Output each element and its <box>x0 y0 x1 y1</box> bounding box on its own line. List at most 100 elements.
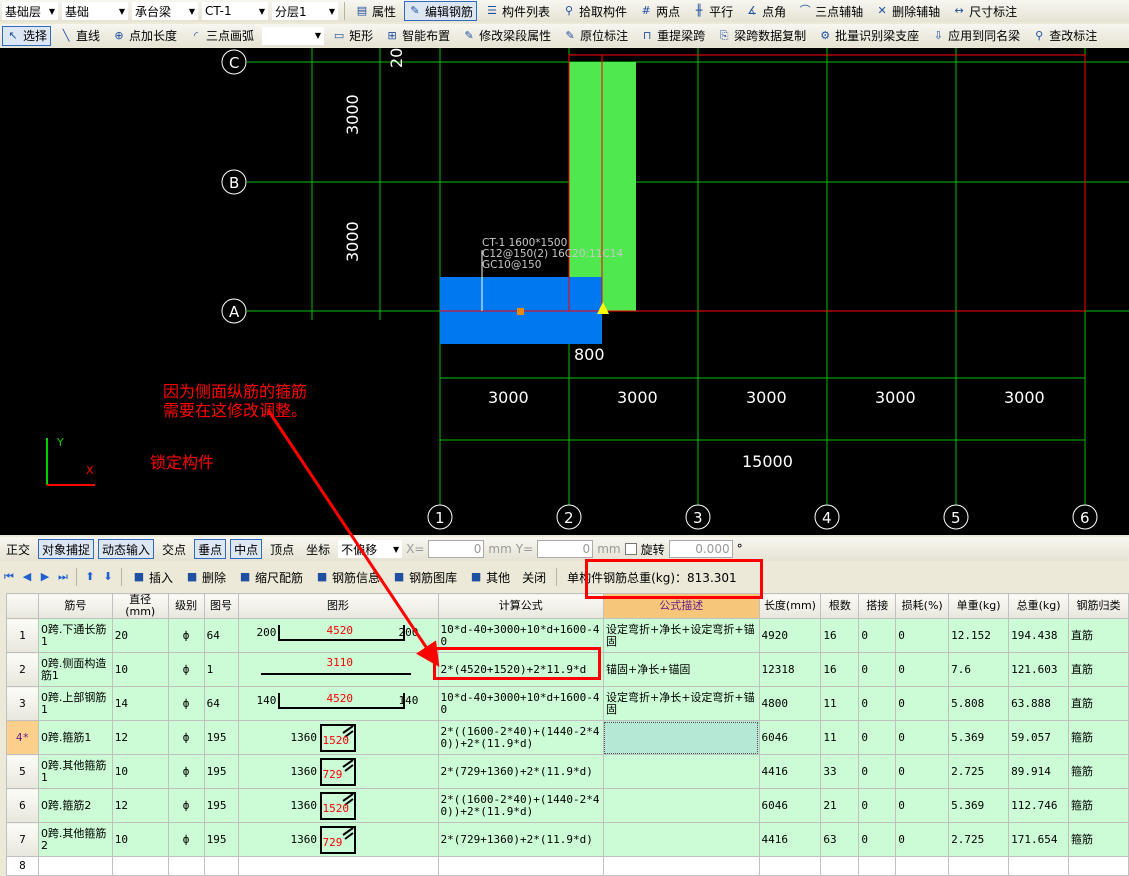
cell-category[interactable]: 箍筋 <box>1068 754 1129 789</box>
column-header[interactable]: 损耗(%) <box>895 593 950 619</box>
layer-select-2[interactable]: 承台梁 ▼ <box>132 2 198 20</box>
cell-description[interactable] <box>602 822 760 857</box>
toolbar-button-0[interactable]: ▤ 属性 <box>351 1 400 21</box>
row-number[interactable]: 4* <box>6 720 39 755</box>
toolbar-button-3[interactable]: ⚲ 拾取构件 <box>558 1 631 21</box>
cell-lap[interactable]: 0 <box>858 788 897 823</box>
cell-loss[interactable]: 0 <box>895 720 950 755</box>
cell-shape[interactable]: 140 4520 140 <box>237 686 439 721</box>
cell-diameter[interactable]: 14 <box>111 686 169 721</box>
empty-cell[interactable] <box>948 856 1010 876</box>
cell-name[interactable]: 0跨.其他箍筋2 <box>37 822 113 857</box>
snap-1[interactable]: 对象捕捉 <box>38 539 95 559</box>
empty-cell[interactable] <box>111 856 169 876</box>
empty-cell[interactable] <box>820 856 860 876</box>
row-number[interactable]: 6 <box>6 788 39 823</box>
cell-formula[interactable]: 2*(4520+1520)+2*11.9*d <box>437 652 604 687</box>
empty-cell[interactable] <box>858 856 897 876</box>
toolbar-button-6[interactable]: ∡ 点角 <box>741 1 790 21</box>
cell-category[interactable]: 直筋 <box>1068 686 1129 721</box>
cell-formula[interactable]: 2*(729+1360)+2*(11.9*d) <box>437 822 604 857</box>
cell-shape[interactable]: 1360 729 <box>237 754 439 789</box>
empty-cell[interactable] <box>37 856 113 876</box>
cell-category[interactable]: 箍筋 <box>1068 822 1129 857</box>
first-record-icon[interactable]: ⏮ <box>2 570 16 584</box>
cell-diameter[interactable]: 12 <box>111 788 169 823</box>
last-record-icon[interactable]: ⏭ <box>56 570 70 584</box>
cell-grade[interactable]: ф <box>167 788 205 823</box>
cell-category[interactable]: 直筋 <box>1068 652 1129 687</box>
cell-name[interactable]: 0跨.下通长筋1 <box>37 618 113 653</box>
cell-shape[interactable]: 200 4520 200 <box>237 618 439 653</box>
cell-category[interactable]: 直筋 <box>1068 618 1129 653</box>
cell-loss[interactable]: 0 <box>895 618 950 653</box>
offset-select[interactable]: 不偏移 ▼ <box>338 540 403 558</box>
cell-grade[interactable]: ф <box>167 686 205 721</box>
layer-select-4[interactable]: 分层1 ▼ <box>272 2 338 20</box>
cell-figure-no[interactable]: 195 <box>203 822 239 857</box>
cell-lap[interactable]: 0 <box>858 652 897 687</box>
snap-2[interactable]: 动态输入 <box>98 539 155 559</box>
cell-figure-no[interactable]: 195 <box>203 754 239 789</box>
cell-shape[interactable]: 1360 1520 <box>237 720 439 755</box>
cell-total-w[interactable]: 112.746 <box>1008 788 1070 823</box>
column-header[interactable]: 级别 <box>167 593 205 619</box>
cell-total-w[interactable]: 63.888 <box>1008 686 1070 721</box>
row-number[interactable]: 7 <box>6 822 39 857</box>
draw-button-1[interactable]: ╲ 直线 <box>55 26 104 46</box>
y-value-input[interactable]: 0 <box>537 540 594 558</box>
snap-4[interactable]: 垂点 <box>194 539 227 559</box>
cell-shape[interactable]: 1360 729 <box>237 822 439 857</box>
cell-name[interactable]: 0跨.侧面构造筋1 <box>37 652 113 687</box>
cell-formula[interactable]: 10*d-40+3000+10*d+1600-40 <box>437 686 604 721</box>
cell-total-w[interactable]: 194.438 <box>1008 618 1070 653</box>
cell-count[interactable]: 16 <box>820 618 860 653</box>
prev-record-icon[interactable]: ◀ <box>20 570 34 584</box>
toolbar-button-8[interactable]: ✕ 删除辅轴 <box>871 1 944 21</box>
cell-loss[interactable]: 0 <box>895 822 950 857</box>
empty-cell[interactable] <box>895 856 950 876</box>
cell-formula[interactable]: 2*((1600-2*40)+(1440-2*40))+2*(11.9*d) <box>437 720 604 755</box>
nav-button-1[interactable]: ■ 删除 <box>181 567 230 587</box>
beam-lines[interactable] <box>440 54 1086 312</box>
column-header[interactable]: 图形 <box>237 593 439 619</box>
cell-formula[interactable]: 2*((1600-2*40)+(1440-2*40))+2*(11.9*d) <box>437 788 604 823</box>
cell-description[interactable]: 设定弯折+净长+设定弯折+锚固 <box>602 686 760 721</box>
draw-button-6[interactable]: ✎ 修改梁段属性 <box>458 26 555 46</box>
table-row-empty[interactable]: 8 <box>6 856 1129 876</box>
table-row[interactable]: 4* 0跨.箍筋1 12 ф 195 1360 1520 2*((1600-2*40)+(14… <box>6 720 1129 755</box>
draw-button-0[interactable]: ↖ 选择 <box>2 25 52 46</box>
cell-name[interactable]: 0跨.箍筋1 <box>37 720 113 755</box>
cell-unit-w[interactable]: 2.725 <box>948 822 1010 857</box>
nav-button-0[interactable]: ■ 插入 <box>128 567 177 587</box>
cell-description[interactable] <box>602 788 760 823</box>
cell-lap[interactable]: 0 <box>858 822 897 857</box>
column-header[interactable]: 公式描述 <box>602 593 760 619</box>
draw-button-3[interactable]: ◜ 三点画弧 <box>185 26 258 46</box>
snap-7[interactable]: 坐标 <box>302 539 334 559</box>
cell-formula[interactable]: 10*d-40+3000+10*d+1600-40 <box>437 618 604 653</box>
cell-loss[interactable]: 0 <box>895 686 950 721</box>
cell-count[interactable]: 11 <box>820 686 860 721</box>
cell-grade[interactable]: ф <box>167 618 205 653</box>
table-row[interactable]: 5 0跨.其他箍筋1 10 ф 195 1360 729 2*(729+1360)+2*(11… <box>6 754 1129 789</box>
draw-button-7[interactable]: ✎ 原位标注 <box>559 26 632 46</box>
empty-cell[interactable] <box>237 856 439 876</box>
cell-count[interactable]: 21 <box>820 788 860 823</box>
row-number[interactable]: 1 <box>6 618 39 653</box>
table-row[interactable]: 6 0跨.箍筋2 12 ф 195 1360 1520 2*((1600-2*40)+(144… <box>6 788 1129 823</box>
cell-diameter[interactable]: 10 <box>111 754 169 789</box>
row-number[interactable]: 8 <box>6 856 39 876</box>
draw-button-8[interactable]: ⊓ 重提梁跨 <box>636 26 709 46</box>
x-value-input[interactable]: 0 <box>428 540 485 558</box>
row-number[interactable]: 2 <box>6 652 39 687</box>
cell-lap[interactable]: 0 <box>858 618 897 653</box>
cell-name[interactable]: 0跨.箍筋2 <box>37 788 113 823</box>
rotate-checkbox[interactable] <box>624 543 637 555</box>
cell-total-w[interactable]: 89.914 <box>1008 754 1070 789</box>
cell-lap[interactable]: 0 <box>858 686 897 721</box>
column-header[interactable]: 单重(kg) <box>948 593 1010 619</box>
draw-button-9[interactable]: ⎘ 梁跨数据复制 <box>713 26 810 46</box>
toolbar-button-2[interactable]: ☰ 构件列表 <box>481 1 554 21</box>
cell-count[interactable]: 11 <box>820 720 860 755</box>
